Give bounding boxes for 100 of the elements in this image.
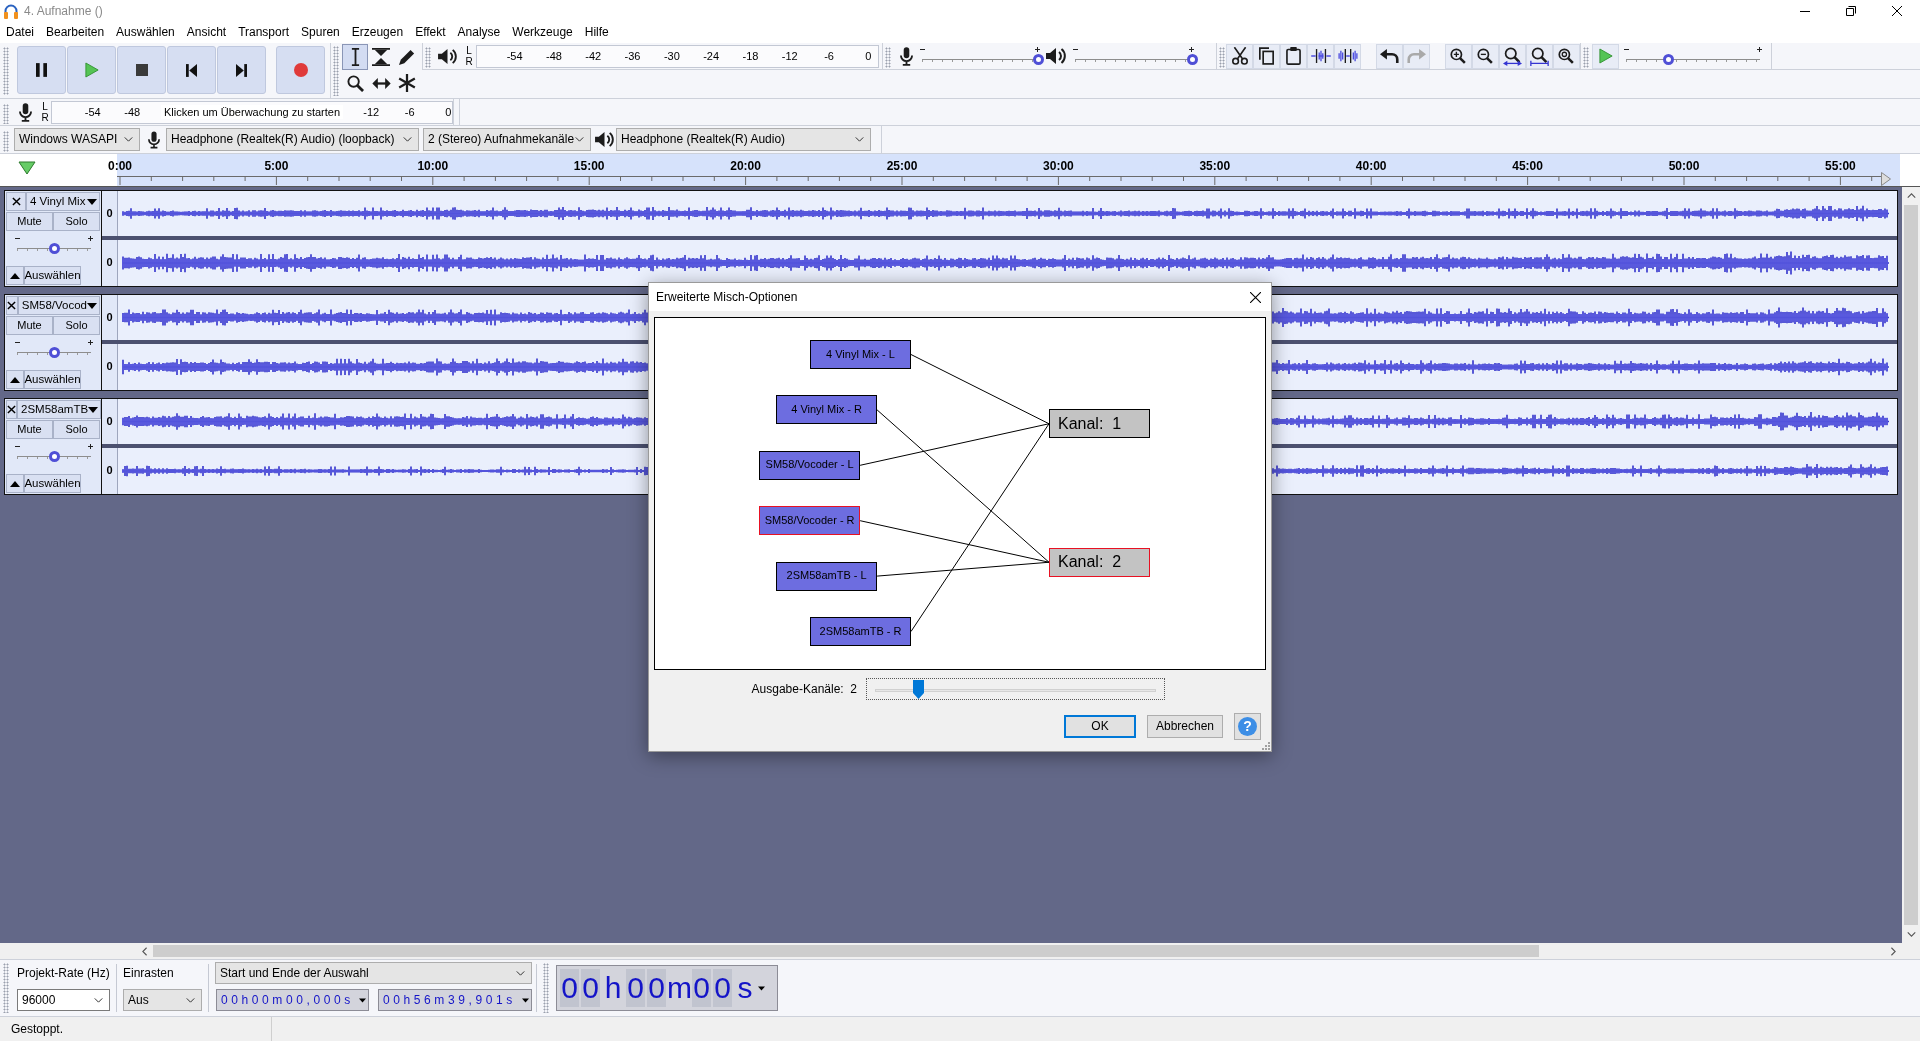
grip-icon[interactable] <box>3 130 9 152</box>
chevron-up-icon[interactable] <box>1906 193 1916 198</box>
grip-icon[interactable] <box>3 103 9 124</box>
menu-item[interactable]: Bearbeiten <box>40 22 111 43</box>
slider-thumb[interactable] <box>1663 54 1675 65</box>
slider-thumb[interactable] <box>913 680 925 699</box>
cut-button[interactable] <box>1226 43 1253 69</box>
select-button[interactable]: Auswählen <box>24 266 81 285</box>
recording-device-dropdown[interactable]: Headphone (Realtek(R) Audio) (loopback) <box>166 128 419 151</box>
menu-item[interactable]: Auswählen <box>110 22 181 43</box>
double-arrow-icon <box>371 77 391 89</box>
playback-volume-slider[interactable] <box>1072 47 1195 65</box>
solo-button[interactable]: Solo <box>53 212 100 231</box>
trim-button[interactable] <box>1307 43 1334 69</box>
gain-slider[interactable] <box>14 340 94 358</box>
mute-button[interactable]: Mute <box>6 420 53 439</box>
slider-thumb[interactable] <box>1032 54 1044 65</box>
select-button[interactable]: Auswählen <box>24 370 81 389</box>
solo-button[interactable]: Solo <box>53 420 100 439</box>
gain-slider[interactable] <box>14 444 94 462</box>
dialog-button[interactable]: OK <box>1064 715 1136 738</box>
menu-item[interactable]: Hilfe <box>578 22 615 43</box>
playback-device-dropdown[interactable]: Headphone (Realtek(R) Audio) <box>616 128 871 151</box>
output-channel-node[interactable]: Kanal: 1 <box>1049 409 1150 439</box>
collapse-button[interactable] <box>6 474 24 493</box>
zoom-toggle-button[interactable] <box>1553 43 1580 69</box>
scrollbar-thumb[interactable] <box>1904 205 1918 925</box>
menu-item[interactable]: Effekt <box>409 22 452 43</box>
input-channel-node[interactable]: 4 Vinyl Mix - L <box>810 340 911 369</box>
slider-thumb[interactable] <box>1186 54 1198 65</box>
chevron-down-icon[interactable] <box>1906 932 1916 937</box>
scrollbar-thumb[interactable] <box>153 945 1539 957</box>
menu-item[interactable]: Datei <box>0 22 40 43</box>
record-button[interactable] <box>276 46 325 94</box>
meter-scale-label: -30 <box>663 50 680 62</box>
fit-selection-button[interactable] <box>1499 43 1526 69</box>
mute-button[interactable]: Mute <box>6 212 53 231</box>
input-channel-node[interactable]: 2SM58amTB - L <box>776 561 878 591</box>
output-channel-node[interactable]: Kanal: 2 <box>1049 547 1150 577</box>
snap-dropdown[interactable]: Aus <box>123 989 202 1011</box>
selection-start-field[interactable]: 00h00m00,000s <box>216 989 369 1011</box>
level-meter[interactable]: -54 -48 Klicken um Überwachung zu starten -12 -6 0 <box>51 100 453 124</box>
paste-button[interactable] <box>1280 43 1307 69</box>
chevron-left-icon[interactable] <box>142 946 147 956</box>
select-button[interactable]: Auswählen <box>24 474 81 493</box>
grip-icon[interactable] <box>543 963 549 1013</box>
track-name-button[interactable]: 2SM58amTB <box>17 400 102 419</box>
selection-mode-dropdown[interactable]: Start und Ende der Auswahl <box>215 962 532 984</box>
zoom-in-button[interactable] <box>1445 43 1472 69</box>
menu-item[interactable]: Analyse <box>451 22 507 43</box>
play-at-speed-button[interactable] <box>1592 43 1619 69</box>
zoom-out-button[interactable] <box>1472 43 1499 69</box>
grip-icon[interactable] <box>3 47 9 95</box>
solo-button[interactable]: Solo <box>53 316 100 335</box>
input-channel-node[interactable]: SM58/Vocoder - R <box>759 506 861 536</box>
mute-button[interactable]: Mute <box>6 316 53 335</box>
track-close-button[interactable] <box>6 400 17 419</box>
slider-thumb[interactable] <box>48 451 60 462</box>
menu-item[interactable]: Erzeugen <box>345 22 410 43</box>
recording-channels-dropdown[interactable]: 2 (Stereo) Aufnahmekanäle <box>423 128 591 151</box>
input-channel-node[interactable]: 2SM58amTB - R <box>810 617 911 646</box>
chevron-right-icon[interactable] <box>1891 946 1896 956</box>
menu-item[interactable]: Spuren <box>295 22 346 43</box>
level-meter[interactable]: -54 -48 -42 -36 -30 -24 -18 -12 -6 0 <box>476 44 879 68</box>
grip-icon[interactable] <box>1583 47 1589 68</box>
fit-project-button[interactable] <box>1526 43 1553 69</box>
collapse-button[interactable] <box>6 370 24 389</box>
grip-icon[interactable] <box>1219 47 1225 68</box>
track-name-button[interactable]: 4 Vinyl Mix <box>26 192 100 211</box>
stop-button[interactable] <box>117 46 166 94</box>
copy-button[interactable] <box>1253 43 1280 69</box>
undo-button[interactable] <box>1376 43 1403 69</box>
play-speed-slider[interactable] <box>1623 47 1763 65</box>
audio-host-dropdown[interactable]: Windows WASAPI <box>14 128 140 151</box>
silence-button[interactable] <box>1334 43 1361 69</box>
grip-icon[interactable] <box>333 46 339 96</box>
selection-tool-button[interactable] <box>342 44 368 70</box>
dialog-button[interactable]: Abbrechen <box>1147 715 1223 738</box>
output-channels-slider[interactable] <box>866 678 1165 700</box>
slider-thumb[interactable] <box>48 347 60 358</box>
track-close-button[interactable] <box>6 296 18 315</box>
selection-end-field[interactable]: 00h56m39,901s <box>378 989 532 1011</box>
grip-icon[interactable] <box>425 47 431 68</box>
menu-item[interactable]: Ansicht <box>180 22 233 43</box>
project-rate-dropdown[interactable]: 96000 <box>17 989 110 1011</box>
gain-slider[interactable] <box>14 236 94 254</box>
input-channel-node[interactable]: 4 Vinyl Mix - R <box>776 395 878 425</box>
recording-volume-slider[interactable] <box>919 47 1041 65</box>
skip-to-start-button[interactable] <box>167 46 216 94</box>
slider-thumb[interactable] <box>48 243 60 254</box>
grip-icon[interactable] <box>885 47 891 68</box>
skip-to-end-button[interactable] <box>217 46 266 94</box>
pause-button[interactable] <box>17 46 66 94</box>
grip-icon[interactable] <box>3 963 9 1013</box>
collapse-button[interactable] <box>6 266 24 285</box>
track-name-button[interactable]: SM58/Vocod <box>17 296 100 315</box>
menu-item[interactable]: Transport <box>232 22 296 43</box>
menu-item[interactable]: Werkzeuge <box>506 22 579 43</box>
amplitude-label: 0 <box>106 464 113 478</box>
input-channel-node[interactable]: SM58/Vocoder - L <box>759 450 861 480</box>
